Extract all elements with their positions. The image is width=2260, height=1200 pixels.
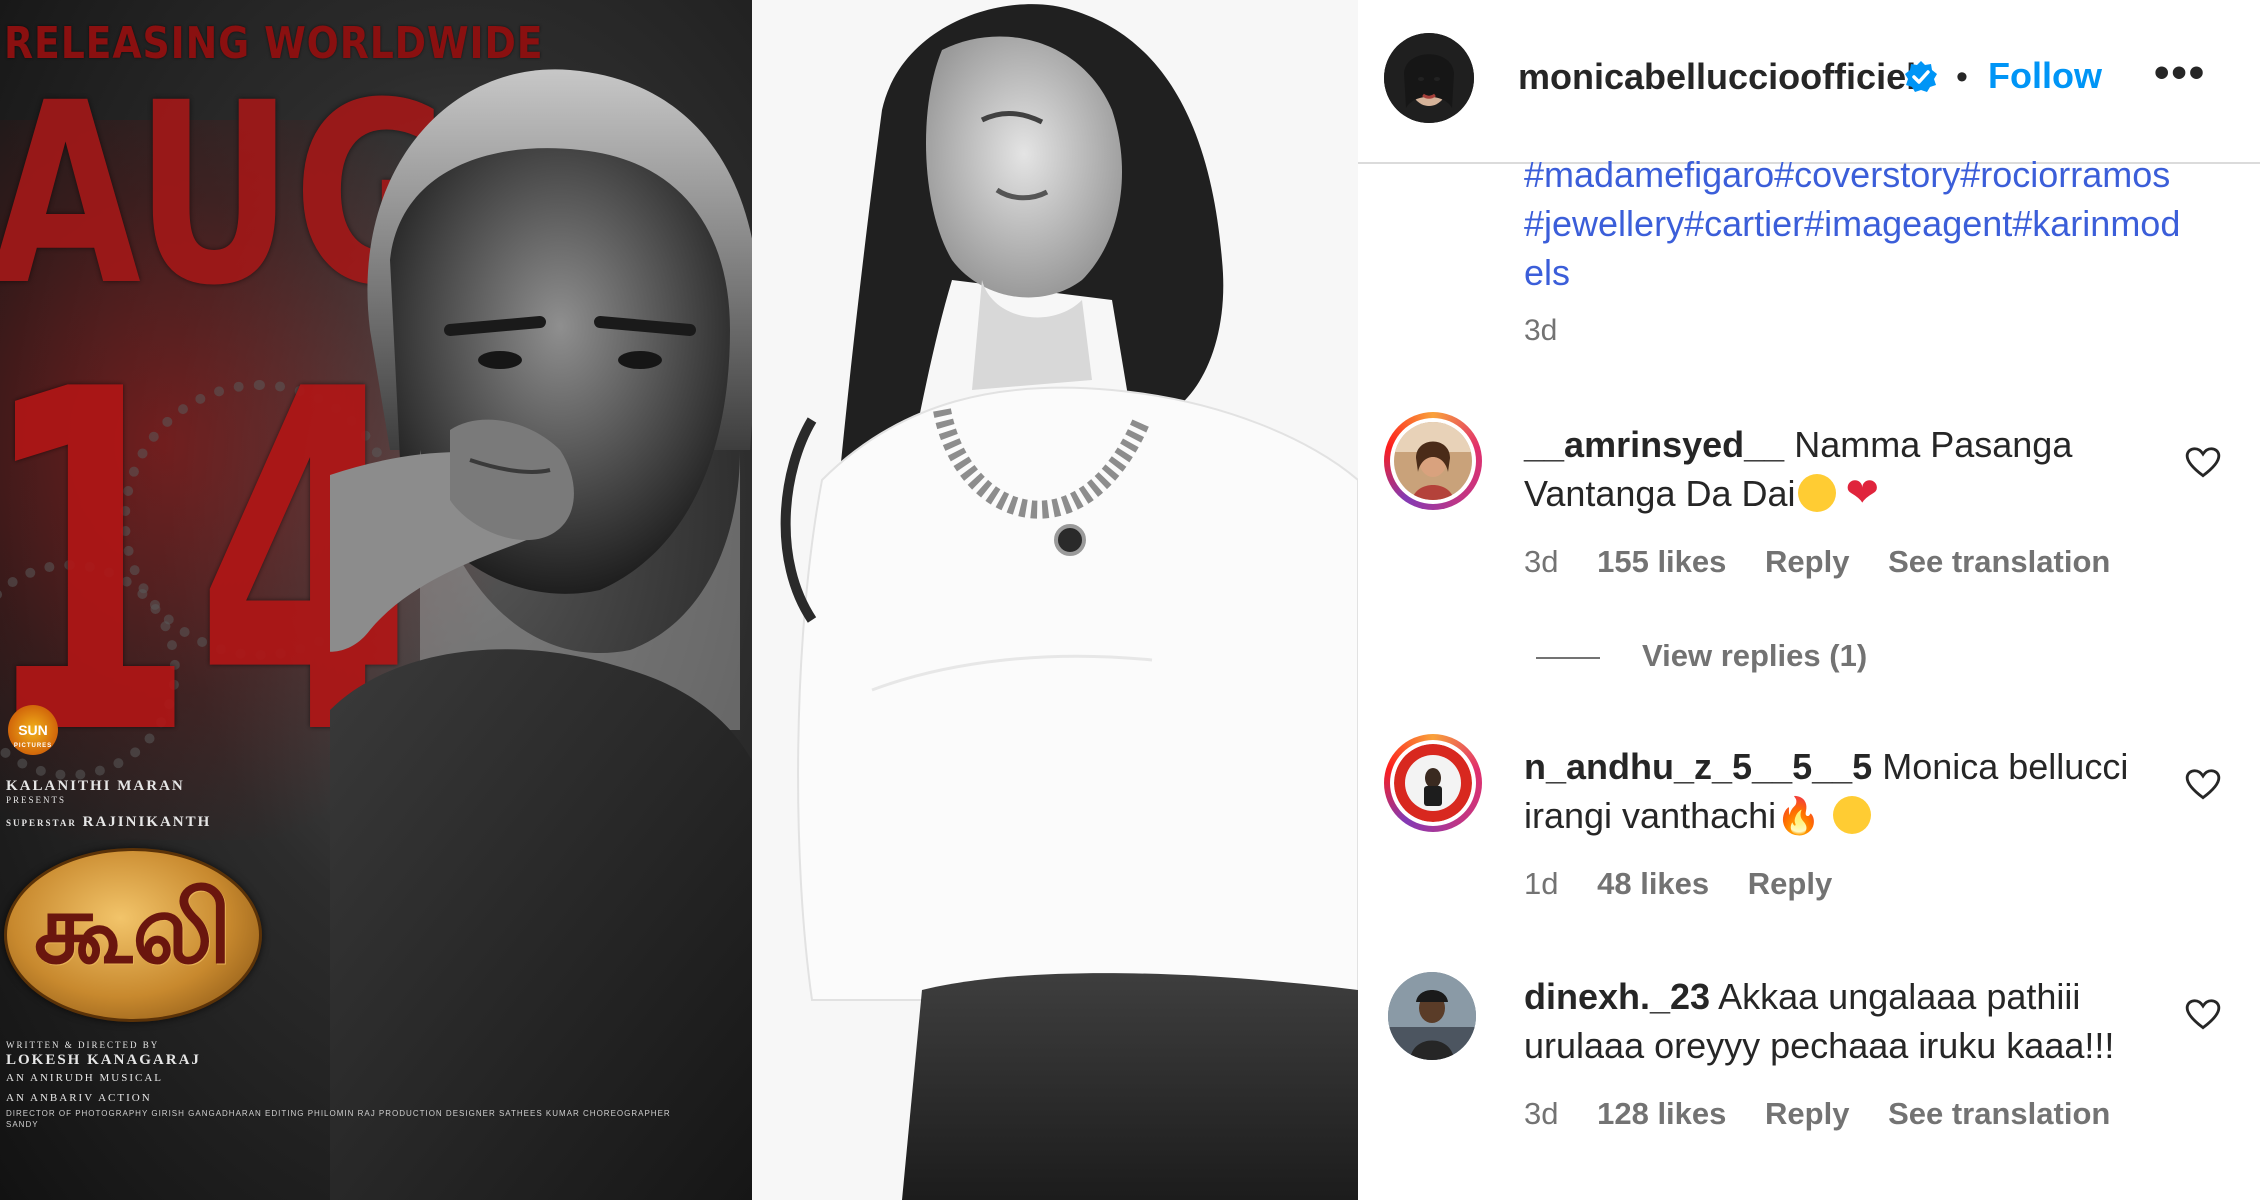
- comment-username[interactable]: __amrinsyed__: [1524, 424, 1784, 465]
- fashion-photo: [752, 0, 1358, 1200]
- comment-likes[interactable]: 48 likes: [1597, 866, 1709, 901]
- more-options-icon[interactable]: •••: [2154, 48, 2206, 98]
- reply-button[interactable]: Reply: [1765, 544, 1849, 579]
- comment-likes[interactable]: 128 likes: [1597, 1096, 1726, 1131]
- comment-likes[interactable]: 155 likes: [1597, 544, 1726, 579]
- comment-text: dinexh._23 Akkaa ungalaaa pathiii urulaa…: [1524, 976, 2115, 1066]
- comment-time[interactable]: 3d: [1524, 1096, 1558, 1131]
- director-credit: LOKESH KANAGARAJ: [6, 1052, 201, 1068]
- commenter-avatar[interactable]: [1384, 734, 1482, 832]
- post-timestamp[interactable]: 3d: [1524, 314, 1557, 348]
- comment-text: __amrinsyed__ Namma Pasanga Vantanga Da …: [1524, 424, 2073, 515]
- replies-divider: [1536, 656, 1600, 659]
- comment-meta: 3d 128 likes Reply See translation: [1524, 1096, 2140, 1132]
- credit-label: WRITTEN & DIRECTED BY: [6, 1040, 160, 1050]
- grinning-emoji-icon: [1833, 796, 1872, 834]
- reply-button[interactable]: Reply: [1748, 866, 1832, 901]
- like-heart-icon[interactable]: [2184, 444, 2222, 482]
- like-heart-icon[interactable]: [2184, 766, 2222, 804]
- reply-button[interactable]: Reply: [1765, 1096, 1849, 1131]
- music-credit: AN ANIRUDH MUSICAL: [6, 1072, 164, 1084]
- post-header: monicabelluccioofficiel • Follow •••: [1358, 0, 2260, 164]
- comment-username[interactable]: dinexh._23: [1524, 976, 1710, 1017]
- caption-hashtags[interactable]: #madamefigaro#coverstory#rociorramos#jew…: [1524, 150, 2184, 297]
- presents-label: PRESENTS: [6, 795, 67, 805]
- sun-pictures-logo: SUN PICTURES: [8, 705, 58, 755]
- see-translation-link[interactable]: See translation: [1888, 1096, 2110, 1131]
- presenter-name: KALANITHI MARAN: [6, 778, 185, 794]
- verified-badge-icon: [1905, 61, 1937, 92]
- comment-username[interactable]: n_andhu_z_5__5__5: [1524, 746, 1872, 787]
- heart-emoji-icon: ❤: [1845, 471, 1880, 515]
- username-link[interactable]: monicabelluccioofficiel: [1518, 56, 1916, 98]
- movie-title-badge: கூலி: [4, 848, 262, 1022]
- commenter-avatar[interactable]: [1384, 412, 1482, 510]
- separator-dot: •: [1956, 58, 1968, 96]
- laughing-emoji-icon: [1797, 474, 1836, 512]
- follow-button[interactable]: Follow: [1988, 55, 2102, 97]
- poster-fine-credits: DIRECTOR OF PHOTOGRAPHY GIRISH GANGADHAR…: [6, 1109, 671, 1129]
- view-replies-button[interactable]: View replies (1): [1536, 638, 1867, 674]
- comment-time[interactable]: 3d: [1524, 544, 1558, 579]
- comment-time[interactable]: 1d: [1524, 866, 1558, 901]
- action-credit: AN ANBARIV ACTION: [6, 1092, 152, 1104]
- star-credit: SUPERSTAR RAJINIKANTH: [6, 814, 212, 830]
- movie-poster: RELEASING WORLDWIDE AUG 14 SUN PICTURES …: [0, 0, 752, 1200]
- comment-meta: 3d 155 likes Reply See translation: [1524, 544, 2140, 580]
- actor-portrait: [330, 69, 752, 1200]
- profile-avatar[interactable]: [1384, 33, 1474, 123]
- model-photo: [752, 0, 1358, 1200]
- comment-text: n_andhu_z_5__5__5 Monica bellucci irangi…: [1524, 746, 2129, 836]
- comment-meta: 1d 48 likes Reply: [1524, 866, 1862, 902]
- movie-title: கூலி: [33, 871, 233, 986]
- like-heart-icon[interactable]: [2184, 996, 2222, 1034]
- fire-emoji-icon: 🔥: [1776, 795, 1821, 836]
- see-translation-link[interactable]: See translation: [1888, 544, 2110, 579]
- commenter-avatar[interactable]: [1388, 972, 1476, 1060]
- instagram-post-panel: monicabelluccioofficiel • Follow ••• #ma…: [1358, 0, 2260, 1200]
